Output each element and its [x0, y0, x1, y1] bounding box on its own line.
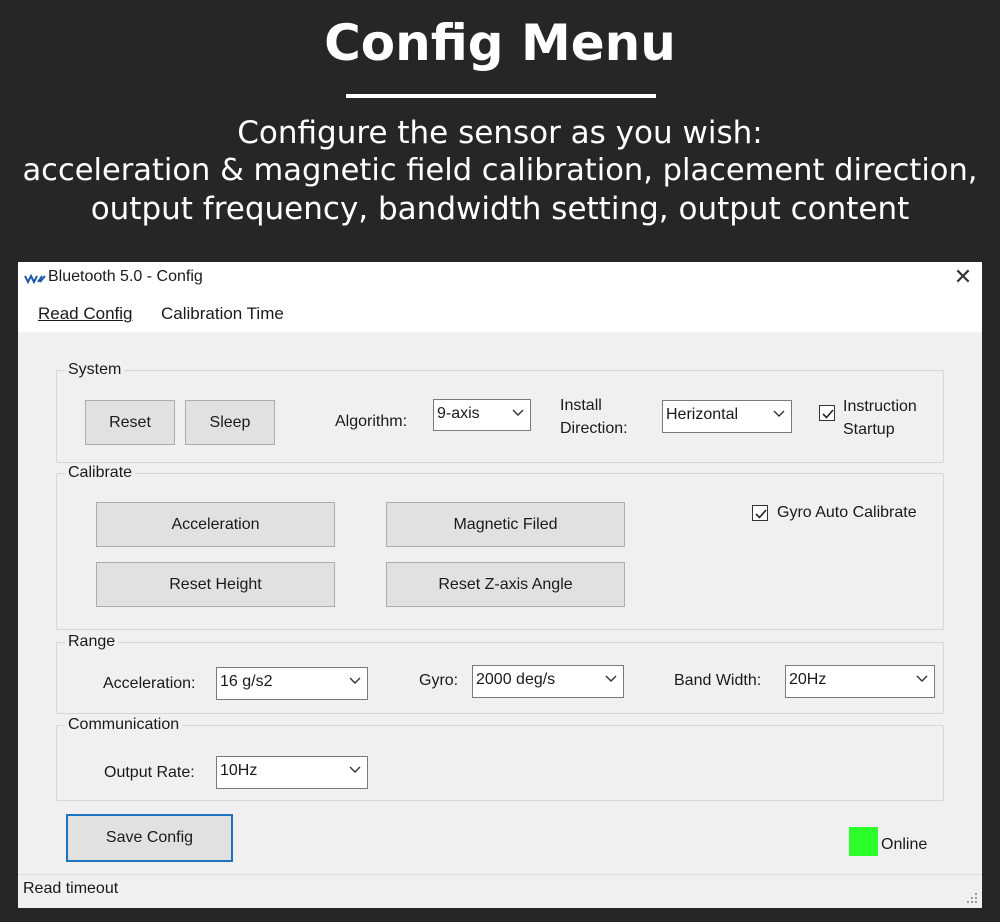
instruction-startup-label-2: Startup [843, 421, 895, 438]
magnetic-field-calibrate-button[interactable]: Magnetic Filed [386, 502, 625, 547]
config-window: Bluetooth 5.0 - Config ✕ Read Config Cal… [18, 262, 982, 908]
range-group: Range Acceleration: 16 g/s2 Gyro: 2000 d… [56, 633, 944, 714]
status-bar: Read timeout [18, 874, 982, 908]
checkmark-icon [822, 409, 834, 419]
title-bar[interactable]: Bluetooth 5.0 - Config ✕ [18, 262, 982, 294]
resize-grip-icon[interactable] [966, 892, 978, 904]
output-rate-select[interactable]: 10Hz [216, 756, 368, 789]
acceleration-range-value: 16 g/s2 [220, 673, 273, 690]
gyro-range-value: 2000 deg/s [476, 671, 556, 688]
status-text: Read timeout [23, 880, 119, 897]
chevron-down-icon [349, 766, 361, 773]
algorithm-select[interactable]: 9-axis [433, 399, 531, 431]
system-group-label: System [65, 361, 125, 379]
close-icon[interactable]: ✕ [948, 264, 978, 292]
banner-line-2: acceleration & magnetic field calibratio… [22, 153, 978, 188]
menu-bar: Read Config Calibration Time [18, 294, 982, 332]
chevron-down-icon [512, 409, 524, 416]
install-direction-value: Herizontal [666, 406, 739, 423]
chevron-down-icon [916, 675, 928, 682]
checkmark-icon [755, 509, 767, 519]
gyro-range-label: Gyro: [419, 672, 459, 689]
install-direction-select[interactable]: Herizontal [662, 400, 792, 433]
range-group-label: Range [65, 633, 119, 651]
acceleration-range-select[interactable]: 16 g/s2 [216, 667, 368, 700]
install-direction-label-2: Direction: [560, 420, 628, 437]
window-title: Bluetooth 5.0 - Config [48, 268, 203, 285]
acceleration-calibrate-button[interactable]: Acceleration [96, 502, 335, 547]
wit-logo-icon [24, 270, 46, 286]
sleep-button[interactable]: Sleep [185, 400, 275, 445]
online-status-indicator [849, 827, 878, 856]
banner-line-3: output frequency, bandwidth setting, out… [90, 191, 910, 227]
system-group: System Reset Sleep Algorithm: 9-axis Ins… [56, 361, 944, 463]
instruction-startup-checkbox[interactable] [819, 405, 835, 421]
reset-button[interactable]: Reset [85, 400, 175, 445]
gyro-auto-calibrate-label: Gyro Auto Calibrate [777, 504, 917, 521]
online-status-label: Online [881, 836, 928, 853]
instruction-startup-label-1: Instruction [843, 398, 917, 415]
chevron-down-icon [349, 677, 361, 684]
chevron-down-icon [773, 410, 785, 417]
output-rate-label: Output Rate: [104, 764, 195, 781]
bandwidth-select[interactable]: 20Hz [785, 665, 935, 698]
banner-line-1: Configure the sensor as you wish: [237, 115, 763, 151]
calibrate-group-label: Calibrate [65, 464, 136, 482]
gyro-auto-calibrate-checkbox[interactable] [752, 505, 768, 521]
gyro-range-select[interactable]: 2000 deg/s [472, 665, 624, 698]
algorithm-label: Algorithm: [335, 413, 408, 430]
install-direction-label-1: Install [560, 397, 602, 414]
algorithm-value: 9-axis [437, 405, 480, 422]
reset-z-axis-angle-button[interactable]: Reset Z-axis Angle [386, 562, 625, 607]
banner-underline [346, 94, 656, 98]
banner-title: Config Menu [324, 14, 676, 72]
chevron-down-icon [605, 675, 617, 682]
reset-height-button[interactable]: Reset Height [96, 562, 335, 607]
communication-group: Communication Output Rate: 10Hz [56, 716, 944, 801]
acceleration-range-label: Acceleration: [103, 675, 196, 692]
bandwidth-label: Band Width: [674, 672, 762, 689]
bandwidth-value: 20Hz [789, 671, 827, 688]
communication-group-label: Communication [65, 716, 183, 734]
menu-calibration-time[interactable]: Calibration Time [161, 304, 284, 324]
output-rate-value: 10Hz [220, 762, 258, 779]
save-config-button[interactable]: Save Config [66, 814, 233, 862]
calibrate-group: Calibrate Acceleration Magnetic Filed Re… [56, 464, 944, 630]
menu-read-config[interactable]: Read Config [38, 304, 133, 324]
